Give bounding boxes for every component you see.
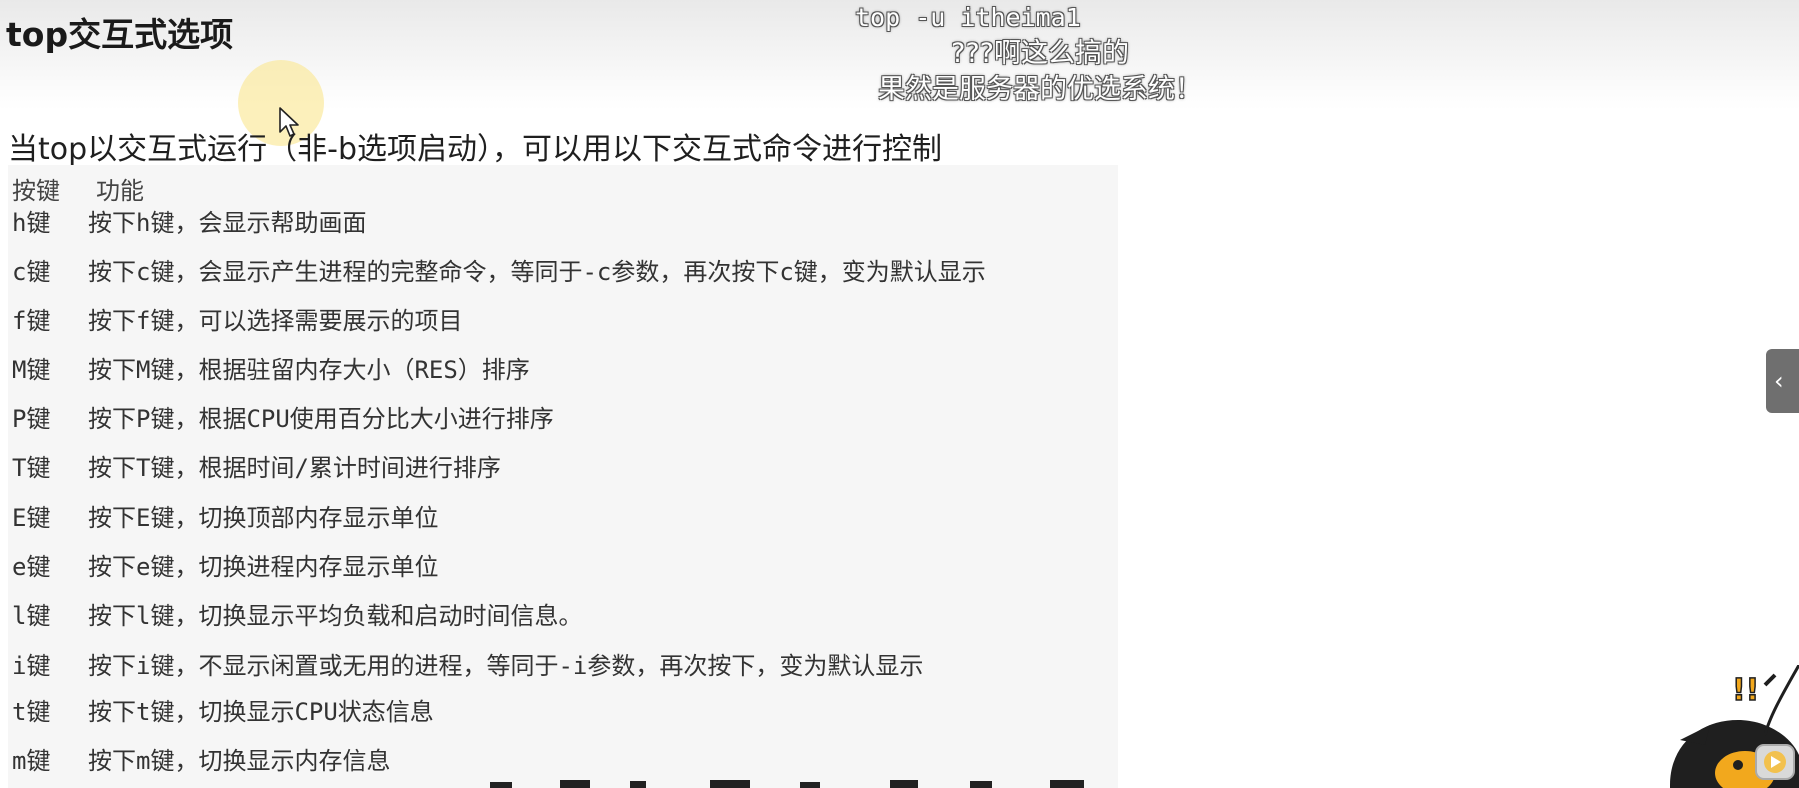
table-row: E键 按下E键，切换顶部内存显示单位: [12, 498, 438, 538]
row-key: E键: [12, 504, 51, 532]
row-desc: 按下m键，切换显示内存信息: [88, 747, 391, 775]
table-header: 按键 功能: [12, 171, 144, 206]
table-row: f键 按下f键，可以选择需要展示的项目: [12, 301, 462, 341]
row-key: h键: [12, 209, 51, 237]
subtitle-command: top -u itheima1: [855, 3, 1081, 32]
row-key: i键: [12, 652, 51, 680]
row-key: f键: [12, 307, 51, 335]
row-desc: 按下E键，切换顶部内存显示单位: [88, 504, 439, 532]
subtitle-line-2: 果然是服务器的优选系统！: [878, 74, 1202, 105]
table-row: T键 按下T键，根据时间/累计时间进行排序: [12, 448, 501, 488]
subtitle-line-1: ???啊这么搞的: [951, 38, 1129, 69]
row-desc: 按下c键，会显示产生进程的完整命令，等同于-c参数，再次按下c键，变为默认显示: [88, 258, 986, 286]
row-desc: 按下T键，根据时间/累计时间进行排序: [88, 454, 501, 482]
row-key: e键: [12, 553, 51, 581]
collapse-sidebar-button[interactable]: ‹: [1766, 349, 1799, 413]
row-desc: 按下t键，切换显示CPU状态信息: [88, 698, 434, 726]
chevron-left-icon: ‹: [1774, 367, 1784, 395]
svg-text:!!: !!: [1732, 673, 1759, 708]
table-row: l键 按下l键，切换显示平均负载和启动时间信息。: [12, 596, 582, 636]
header-function: 功能: [96, 177, 144, 205]
mascot-sticker-icon: !!: [1670, 665, 1799, 788]
row-desc: 按下i键，不显示闲置或无用的进程，等同于-i参数，再次按下，变为默认显示: [88, 652, 924, 680]
table-row: c键 按下c键，会显示产生进程的完整命令，等同于-c参数，再次按下c键，变为默认显…: [12, 252, 986, 292]
row-key: t键: [12, 698, 51, 726]
page-title: top交互式选项: [6, 15, 234, 54]
table-row: e键 按下e键，切换进程内存显示单位: [12, 547, 438, 587]
row-key: l键: [12, 602, 51, 630]
video-subtitles: top -u itheima1 ???啊这么搞的 果然是服务器的优选系统！: [855, 0, 1225, 108]
table-row: P键 按下P键，根据CPU使用百分比大小进行排序: [12, 399, 554, 439]
cropped-subtitle-fragment: [490, 780, 1084, 788]
table-row: m键 按下m键，切换显示内存信息: [12, 741, 390, 781]
row-desc: 按下P键，根据CPU使用百分比大小进行排序: [88, 405, 554, 433]
row-key: c键: [12, 258, 51, 286]
table-row: i键 按下i键，不显示闲置或无用的进程，等同于-i参数，再次按下，变为默认显示: [12, 646, 923, 686]
row-desc: 按下f键，可以选择需要展示的项目: [88, 307, 463, 335]
table-row: h键 按下h键，会显示帮助画面: [12, 203, 366, 243]
shortcut-table: 按键 功能 h键 按下h键，会显示帮助画面 c键 按下c键，会显示产生进程的完整命令，…: [8, 165, 1118, 788]
intro-text: 当top以交互式运行（非-b选项启动），可以用以下交互式命令进行控制: [8, 132, 943, 167]
row-key: m键: [12, 747, 51, 775]
table-row: t键 按下t键，切换显示CPU状态信息: [12, 692, 434, 732]
row-key: T键: [12, 454, 51, 482]
table-row: M键 按下M键，根据驻留内存大小（RES）排序: [12, 350, 530, 390]
row-key: P键: [12, 405, 51, 433]
row-desc: 按下l键，切换显示平均负载和启动时间信息。: [88, 602, 583, 630]
row-desc: 按下e键，切换进程内存显示单位: [88, 553, 439, 581]
header-key: 按键: [12, 177, 60, 205]
row-desc: 按下M键，根据驻留内存大小（RES）排序: [88, 356, 530, 384]
row-key: M键: [12, 356, 51, 384]
row-desc: 按下h键，会显示帮助画面: [88, 209, 367, 237]
